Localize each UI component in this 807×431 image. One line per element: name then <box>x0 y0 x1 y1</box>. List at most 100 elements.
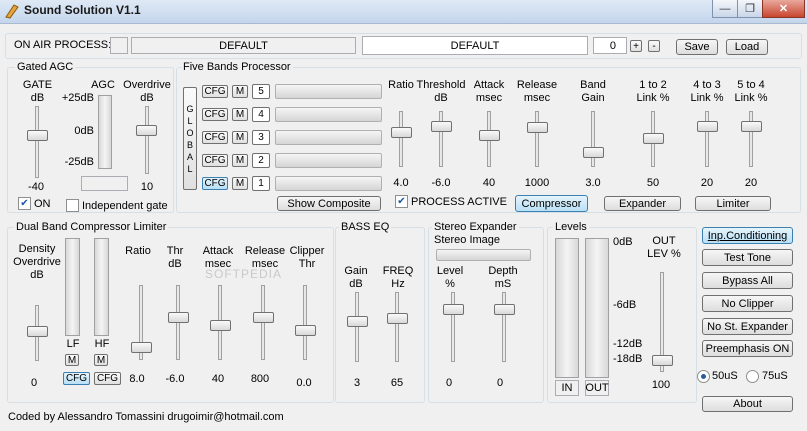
five-col-value-2: 40 <box>482 177 496 189</box>
ratio-label-dual: Ratio <box>125 245 151 257</box>
right-button-0[interactable]: Inp.Conditioning <box>702 227 793 244</box>
minimize-icon[interactable]: — <box>712 0 738 18</box>
five-col-slider-1-track[interactable] <box>439 111 443 167</box>
ratio-slider-thumb[interactable] <box>131 342 152 353</box>
stereo-expander-title: Stereo Expander <box>432 221 519 233</box>
thr-slider-thumb[interactable] <box>168 312 189 323</box>
five-col-slider-6-thumb[interactable] <box>697 121 718 132</box>
gate-slider-thumb[interactable] <box>27 130 48 141</box>
five-col-value-6: 20 <box>700 177 714 189</box>
preset-name-field[interactable]: DEFAULT <box>362 36 588 55</box>
lf-label: LF <box>66 338 80 350</box>
density-label: Density Overdrive dB <box>13 243 61 281</box>
preset-minus-button[interactable]: - <box>648 40 660 52</box>
five-col-slider-6-track[interactable] <box>705 111 709 167</box>
clipper-label: Clipper Thr <box>289 245 325 270</box>
lf-meter <box>65 238 80 336</box>
lf-m-button[interactable]: M <box>65 354 79 366</box>
onair-label: ON AIR PROCESS: <box>14 39 112 51</box>
five-col-slider-2-thumb[interactable] <box>479 130 500 141</box>
band-2-number: 2 <box>252 153 270 168</box>
preemphasis-75us-label: 75uS <box>762 370 788 382</box>
independent-gate-checkbox[interactable] <box>66 199 79 212</box>
band-5-m-button[interactable]: M <box>232 85 248 98</box>
about-button[interactable]: About <box>702 396 793 412</box>
agc-on-checkbox[interactable]: ✔ <box>18 197 31 210</box>
compressor-button[interactable]: Compressor <box>515 195 588 212</box>
bass-gain-value: 3 <box>353 377 361 389</box>
five-col-slider-0-thumb[interactable] <box>391 127 412 138</box>
five-col-slider-7-thumb[interactable] <box>741 121 762 132</box>
overdrive-slider-track[interactable] <box>145 106 149 174</box>
attack-value-dual: 40 <box>211 373 225 385</box>
band-2-cfg-button[interactable]: CFG <box>202 154 228 167</box>
stereo-depth-label: Depth mS <box>488 265 518 290</box>
load-button[interactable]: Load <box>726 39 768 55</box>
global-button[interactable]: G L O B A L <box>183 87 197 190</box>
dual-band-title: Dual Band Compressor Limiter <box>14 221 169 233</box>
band-4-cfg-button[interactable]: CFG <box>202 108 228 121</box>
band-4-number: 4 <box>252 107 270 122</box>
hf-cfg-button[interactable]: CFG <box>94 372 121 385</box>
five-col-slider-4-track[interactable] <box>591 111 595 167</box>
right-button-3[interactable]: No Clipper <box>702 295 793 312</box>
band-3-meter <box>275 130 382 145</box>
five-col-slider-1-thumb[interactable] <box>431 121 452 132</box>
limiter-button[interactable]: Limiter <box>695 196 771 211</box>
five-col-value-7: 20 <box>744 177 758 189</box>
close-icon[interactable]: ✕ <box>762 0 805 18</box>
band-5-number: 5 <box>252 84 270 99</box>
right-button-5[interactable]: Preemphasis ON <box>702 340 793 357</box>
five-col-slider-5-thumb[interactable] <box>643 133 664 144</box>
hf-label: HF <box>94 338 110 350</box>
save-button[interactable]: Save <box>676 39 718 55</box>
lf-cfg-button[interactable]: CFG <box>63 372 90 385</box>
density-slider-thumb[interactable] <box>27 326 48 337</box>
right-button-2[interactable]: Bypass All <box>702 272 793 289</box>
right-button-4[interactable]: No St. Expander <box>702 318 793 335</box>
clipper-slider-track[interactable] <box>303 285 307 360</box>
five-col-slider-7-track[interactable] <box>749 111 753 167</box>
ratio-value-dual: 8.0 <box>129 373 145 385</box>
preset-number-field[interactable]: 0 <box>593 37 627 54</box>
preemphasis-75us-radio[interactable] <box>746 370 759 383</box>
out-level-slider-thumb[interactable] <box>652 355 673 366</box>
overdrive-label: Overdrive dB <box>123 79 171 104</box>
band-4-meter <box>275 107 382 122</box>
band-2-m-button[interactable]: M <box>232 154 248 167</box>
stereo-image-meter <box>436 249 531 261</box>
band-1-number: 1 <box>252 176 270 191</box>
five-col-slider-4-thumb[interactable] <box>583 147 604 158</box>
release-slider-thumb[interactable] <box>253 312 274 323</box>
restore-icon[interactable]: ❐ <box>737 0 763 18</box>
process-active-checkbox[interactable]: ✔ <box>395 195 408 208</box>
band-5-cfg-button[interactable]: CFG <box>202 85 228 98</box>
preset-plus-button[interactable]: + <box>630 40 642 52</box>
bass-freq-label: FREQ Hz <box>382 265 414 290</box>
attack-slider-thumb[interactable] <box>210 320 231 331</box>
right-button-1[interactable]: Test Tone <box>702 249 793 266</box>
five-col-slider-3-track[interactable] <box>535 111 539 167</box>
preemphasis-50us-radio[interactable] <box>697 370 710 383</box>
band-1-m-button[interactable]: M <box>232 177 248 190</box>
show-composite-button[interactable]: Show Composite <box>277 196 381 211</box>
stereo-level-value: 0 <box>445 377 453 389</box>
thr-label-dual: Thr dB <box>166 245 184 270</box>
expander-button[interactable]: Expander <box>604 196 681 211</box>
five-col-slider-3-thumb[interactable] <box>527 122 548 133</box>
levels-scale-6: -6dB <box>613 299 637 311</box>
five-col-slider-0-track[interactable] <box>399 111 403 167</box>
stereo-image-label: Stereo Image <box>434 234 501 246</box>
onair-indicator <box>110 37 128 54</box>
gate-slider-track[interactable] <box>35 106 39 178</box>
band-3-cfg-button[interactable]: CFG <box>202 131 228 144</box>
hf-m-button[interactable]: M <box>94 354 108 366</box>
thr-value-dual: -6.0 <box>165 373 185 385</box>
clipper-slider-thumb[interactable] <box>295 325 316 336</box>
overdrive-slider-thumb[interactable] <box>136 125 157 136</box>
agc-meter <box>98 95 112 169</box>
band-4-m-button[interactable]: M <box>232 108 248 121</box>
band-3-m-button[interactable]: M <box>232 131 248 144</box>
band-1-cfg-button[interactable]: CFG <box>202 177 228 190</box>
agc-readout <box>81 176 128 191</box>
